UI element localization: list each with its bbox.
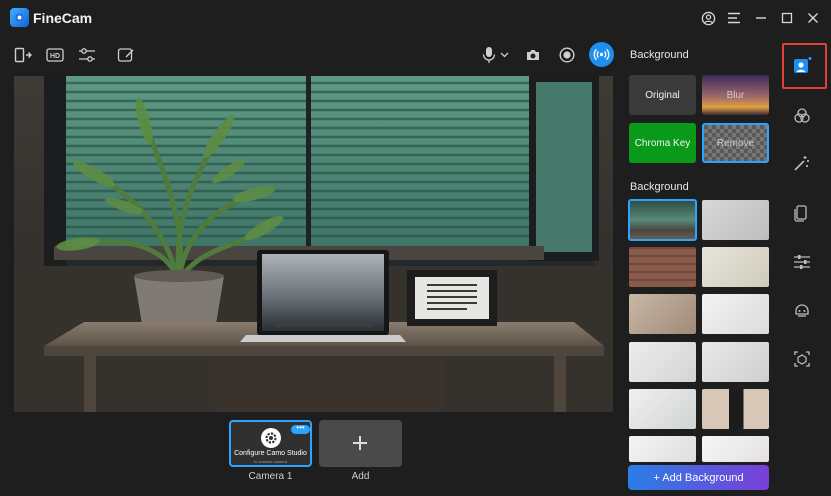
magic-wand-icon[interactable] — [790, 151, 814, 175]
background-blur-label: Blur — [726, 89, 745, 101]
add-camera-label: Add — [351, 471, 370, 482]
menu-icon[interactable] — [723, 7, 745, 29]
adjustments-icon[interactable] — [790, 250, 814, 274]
background-original-option[interactable]: Original — [629, 75, 696, 115]
record-icon[interactable] — [556, 44, 578, 66]
background-images-title: Background — [630, 181, 689, 193]
close-button[interactable] — [802, 7, 824, 29]
annotate-icon[interactable] — [115, 44, 137, 66]
account-icon[interactable] — [697, 7, 719, 29]
broadcast-icon[interactable] — [589, 42, 614, 67]
preview-scene-image — [14, 76, 613, 412]
background-thumbnail[interactable] — [629, 389, 696, 429]
background-blur-option[interactable]: Blur — [702, 75, 769, 115]
exit-display-icon[interactable] — [12, 44, 34, 66]
background-thumbnail[interactable] — [702, 436, 769, 462]
background-thumbnail[interactable] — [629, 247, 696, 287]
camera-icon[interactable] — [522, 44, 544, 66]
virtual-background-icon[interactable] — [790, 54, 814, 78]
camera-overlay-subtext: to connect camera — [254, 459, 287, 464]
plus-icon — [353, 436, 367, 450]
background-thumbnail[interactable] — [702, 389, 769, 429]
more-options-icon[interactable]: ••• — [291, 424, 310, 434]
chevron-down-icon[interactable] — [497, 44, 511, 66]
background-thumbnail[interactable] — [702, 294, 769, 334]
title-bar: FineCam — [0, 0, 831, 36]
app-title: FineCam — [33, 10, 93, 26]
minimize-button[interactable] — [750, 7, 772, 29]
settings-icon — [261, 428, 281, 448]
background-thumbnail[interactable] — [629, 436, 696, 462]
app-logo — [10, 8, 29, 27]
background-thumbnail[interactable] — [702, 200, 769, 240]
background-remove-option[interactable]: Remove — [702, 123, 769, 163]
hd-icon[interactable]: HD — [44, 44, 66, 66]
background-thumbnail[interactable] — [628, 199, 697, 241]
layouts-icon[interactable] — [790, 201, 814, 225]
camera-tile-1[interactable]: ••• Configure Camo Studio to connect cam… — [229, 420, 312, 467]
background-thumbnail[interactable] — [629, 294, 696, 334]
camera-preview — [14, 76, 613, 412]
background-thumbnail[interactable] — [702, 342, 769, 382]
add-camera-button[interactable] — [319, 420, 402, 467]
svg-text:HD: HD — [50, 53, 60, 60]
face-tracking-icon[interactable] — [790, 347, 814, 371]
add-background-button[interactable]: + Add Background — [628, 465, 769, 490]
camera-overlay-text: Configure Camo Studio — [234, 450, 307, 457]
adjust-icon[interactable] — [76, 44, 98, 66]
background-section-title: Background — [630, 49, 689, 61]
maximize-button[interactable] — [776, 7, 798, 29]
filters-icon[interactable] — [790, 104, 814, 128]
background-original-label: Original — [645, 89, 680, 101]
background-thumbnail[interactable] — [629, 342, 696, 382]
background-chroma-key-option[interactable]: Chroma Key — [629, 123, 696, 163]
avatar-mask-icon[interactable] — [790, 298, 814, 322]
background-remove-label: Remove — [716, 137, 755, 149]
add-background-label: + Add Background — [653, 471, 744, 484]
camera-1-label: Camera 1 — [248, 471, 293, 482]
background-thumbnail[interactable] — [702, 247, 769, 287]
background-chroma-key-label: Chroma Key — [634, 137, 691, 149]
